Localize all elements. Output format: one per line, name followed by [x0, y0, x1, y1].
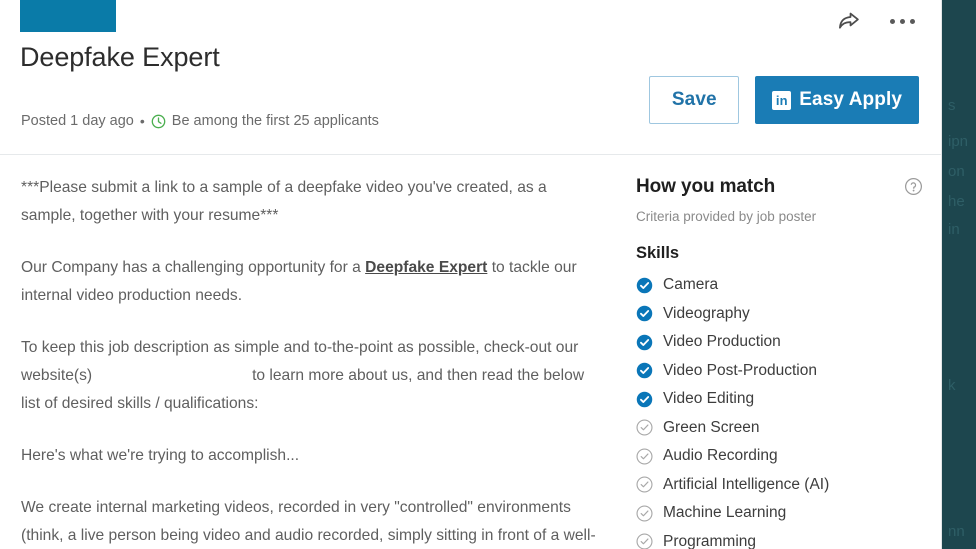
list-item: Video Production	[636, 328, 923, 357]
header-action-buttons: Save in Easy Apply	[649, 76, 919, 124]
how-you-match-header: How you match	[636, 175, 923, 199]
skill-label: Audio Recording	[663, 447, 778, 465]
posted-date: Posted 1 day ago	[21, 113, 134, 129]
bg-fragment: k	[948, 377, 956, 394]
bg-fragment: he	[948, 193, 965, 210]
applicants-count: Be among the first 25 applicants	[171, 113, 379, 129]
description-paragraph: Here's what we're trying to accomplish..…	[21, 447, 300, 464]
dot	[900, 18, 905, 24]
save-button[interactable]: Save	[649, 76, 740, 124]
list-item: Green Screen	[636, 414, 923, 443]
skill-label: Video Production	[663, 333, 781, 351]
linkedin-icon: in	[772, 90, 792, 110]
company-logo	[20, 0, 116, 32]
website-line-post: to learn more about us, and then read th…	[21, 367, 585, 412]
list-item: Audio Recording	[636, 442, 923, 471]
skill-label: Green Screen	[663, 418, 760, 436]
bg-fragment: s	[948, 97, 956, 114]
check-circle-filled-icon	[636, 362, 653, 379]
how-you-match-title: How you match	[636, 176, 776, 197]
bg-fragment: nn	[948, 523, 965, 540]
check-circle-outline-icon	[636, 419, 653, 436]
list-item: Machine Learning	[636, 499, 923, 528]
check-circle-outline-icon	[636, 533, 653, 549]
easy-apply-button[interactable]: in Easy Apply	[755, 76, 919, 124]
deepfake-expert-link[interactable]: Deepfake Expert	[365, 259, 487, 276]
job-posting-page: s ipn on he in k nn Deepfake Expert Post…	[0, 0, 976, 549]
skill-label: Camera	[663, 276, 719, 294]
check-circle-filled-icon	[636, 305, 653, 322]
skill-label: Video Editing	[663, 390, 755, 408]
check-circle-filled-icon	[636, 334, 653, 351]
check-circle-filled-icon	[636, 391, 653, 408]
page-title: Deepfake Expert	[20, 42, 220, 72]
clock-icon	[151, 114, 166, 129]
list-item: Video Editing	[636, 385, 923, 414]
list-item: Camera	[636, 271, 923, 300]
skill-label: Artificial Intelligence (AI)	[663, 475, 830, 493]
skill-label: Video Post-Production	[663, 361, 817, 379]
description-paragraph: We create internal marketing videos, rec…	[21, 499, 596, 544]
page-background-strip: s ipn on he in k nn	[942, 0, 976, 549]
easy-apply-label: Easy Apply	[799, 89, 902, 110]
list-item: Videography	[636, 300, 923, 329]
check-circle-outline-icon	[636, 448, 653, 465]
skill-label: Videography	[663, 304, 750, 322]
skill-label: Programming	[663, 532, 757, 549]
skills-list: Camera Videography Video Production Vide…	[636, 271, 923, 549]
bg-fragment: ipn	[948, 133, 969, 150]
bg-fragment: on	[948, 163, 965, 180]
description-paragraph-company: Our Company has a challenging opportunit…	[21, 254, 602, 310]
header-icon-group	[836, 8, 917, 34]
more-options-icon[interactable]	[888, 13, 917, 30]
job-description: ***Please submit a link to a sample of a…	[0, 156, 622, 549]
skill-label: Machine Learning	[663, 504, 787, 522]
skills-heading: Skills	[636, 244, 680, 262]
job-header: Deepfake Expert Posted 1 day ago • Be am…	[0, 0, 941, 155]
check-circle-outline-icon	[636, 505, 653, 522]
list-item: Programming	[636, 528, 923, 549]
job-meta: Posted 1 day ago • Be among the first 25…	[21, 113, 379, 129]
dot	[890, 18, 895, 24]
dot	[910, 18, 915, 24]
how-you-match-panel: How you match Criteria provided by job p…	[622, 156, 941, 549]
bg-fragment: in	[948, 221, 960, 238]
list-item: Video Post-Production	[636, 357, 923, 386]
match-subtitle: Criteria provided by job poster	[636, 209, 817, 224]
job-card: Deepfake Expert Posted 1 day ago • Be am…	[0, 0, 942, 549]
check-circle-outline-icon	[636, 476, 653, 493]
job-body: ***Please submit a link to a sample of a…	[0, 156, 941, 549]
description-paragraph: ***Please submit a link to a sample of a…	[21, 179, 547, 224]
check-circle-filled-icon	[636, 277, 653, 294]
description-paragraph-website: To keep this job description as simple a…	[21, 334, 602, 418]
meta-separator: •	[139, 113, 145, 129]
share-icon[interactable]	[836, 8, 862, 34]
company-line-pre: Our Company has a challenging opportunit…	[21, 259, 366, 276]
list-item: Artificial Intelligence (AI)	[636, 471, 923, 500]
help-circle-icon[interactable]	[904, 177, 923, 196]
